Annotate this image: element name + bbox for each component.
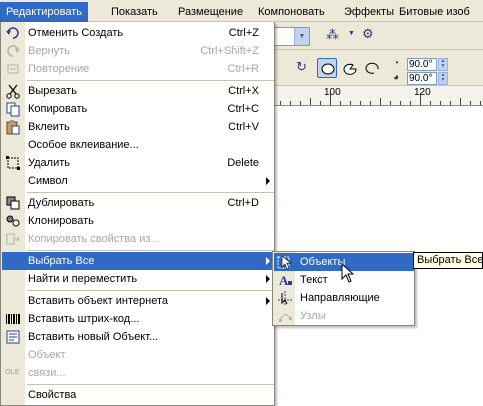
menu-bitmaps[interactable]: Битовые изоб (399, 4, 470, 20)
submenu-arrow-icon (266, 257, 270, 265)
menu-arrange[interactable]: Размещение (178, 4, 243, 20)
spinner-arrows-icon[interactable]: ▲ ▼ (438, 72, 448, 85)
menu-item-insert-new-object[interactable]: Вставить новый Объект... (2, 328, 274, 346)
horizontal-ruler: 100 120 (275, 86, 483, 106)
menu-item-properties[interactable]: Свойства (2, 386, 274, 404)
menu-item-redo[interactable]: Вернуть Ctrl+Shift+Z (2, 42, 274, 60)
menu-item-undo[interactable]: Отменить Создать Ctrl+Z (2, 24, 274, 42)
menu-item-copy-properties[interactable]: Копировать свойства из... (2, 230, 274, 248)
select-text-icon: A (277, 272, 294, 288)
submenu-arrow-icon (266, 177, 270, 185)
spinner-arrows-icon[interactable]: ▲ ▼ (438, 58, 448, 71)
menu-effects[interactable]: Эффекты (344, 4, 394, 20)
combo-dropdown-icon[interactable]: ▼ (294, 28, 309, 45)
submenu-item-guidelines[interactable]: Направляющие (274, 289, 414, 307)
ruler-label: 120 (414, 87, 431, 98)
copy-icon (5, 101, 22, 117)
menu-item-paste-special[interactable]: Особое вклеивание... (2, 136, 274, 154)
menu-layout[interactable]: Компоновать (258, 4, 325, 20)
ellipse-icon (321, 63, 335, 75)
scissors-icon (5, 83, 22, 99)
start-angle-icon: ◔ (393, 58, 400, 69)
submenu-item-nodes[interactable]: Узлы (274, 307, 414, 325)
redo-icon (5, 43, 22, 59)
submenu-arrow-icon (266, 297, 270, 305)
menu-item-paste[interactable]: Вклеить Ctrl+V (2, 118, 274, 136)
menu-item-duplicate[interactable]: Дублировать Ctrl+D (2, 194, 274, 212)
start-angle-spinner[interactable]: ◔ 90.0° ▲ ▼ (393, 58, 459, 71)
menu-view[interactable]: Показать (111, 4, 158, 20)
submenu-arrow-icon (266, 275, 270, 283)
rotate-icon[interactable]: ↻ (296, 59, 307, 75)
ruler-label: 100 (324, 87, 341, 98)
copy-properties-icon (5, 231, 22, 247)
menu-item-cut[interactable]: Вырезать Ctrl+X (2, 82, 274, 100)
menu-item-object[interactable]: Объект (2, 346, 274, 364)
menu-item-clone[interactable]: Клонировать (2, 212, 274, 230)
menu-bar: Редактировать Показать Размещение Компон… (0, 0, 483, 22)
clone-icon (5, 213, 22, 229)
undo-icon (5, 25, 22, 41)
mouse-cursor-icon (341, 262, 355, 286)
end-angle-spinner[interactable]: ◕ 90.0° ▲ ▼ (393, 72, 459, 85)
insert-object-icon (5, 329, 22, 345)
ellipse-button[interactable] (317, 58, 337, 78)
delete-icon (5, 155, 22, 171)
barcode-icon (5, 311, 22, 327)
menu-item-select-all[interactable]: Выбрать Все (2, 252, 274, 270)
select-nodes-icon (277, 308, 294, 324)
dropdown-arrow-icon[interactable]: ▼ (348, 30, 355, 37)
pie-icon (343, 63, 357, 75)
paste-icon (5, 119, 22, 135)
menu-item-find-replace[interactable]: Найти и переместить (2, 270, 274, 288)
application-launcher-icon[interactable]: ⚙ (362, 26, 374, 42)
menu-item-delete[interactable]: Удалить Delete (2, 154, 274, 172)
select-guidelines-icon (277, 290, 294, 306)
repeat-icon (5, 61, 22, 77)
menu-item-symbol[interactable]: Символ (2, 172, 274, 190)
edit-menu: Отменить Создать Ctrl+Z Вернуть Ctrl+Shift… (0, 22, 275, 406)
tooltip: Выбрать Все (413, 252, 483, 269)
menu-edit[interactable]: Редактировать (0, 2, 88, 22)
select-objects-icon (277, 254, 294, 270)
duplicate-icon (5, 195, 22, 211)
menu-item-repeat[interactable]: Повторение Ctrl+R (2, 60, 274, 78)
ole-links-icon: OLE (5, 369, 20, 376)
menu-item-links[interactable]: OLE связи... (2, 364, 274, 382)
menu-item-insert-barcode[interactable]: Вставить штрих-код... (2, 310, 274, 328)
pie-button[interactable] (339, 58, 359, 78)
svg-text:A: A (279, 273, 289, 288)
snap-icon[interactable]: ⁂ (326, 27, 339, 43)
arc-button[interactable] (361, 58, 381, 78)
arc-icon (365, 62, 379, 74)
end-angle-icon: ◕ (393, 72, 400, 83)
menu-item-insert-internet-object[interactable]: Вставить объект интернета (2, 292, 274, 310)
menu-item-copy[interactable]: Копировать Ctrl+C (2, 100, 274, 118)
